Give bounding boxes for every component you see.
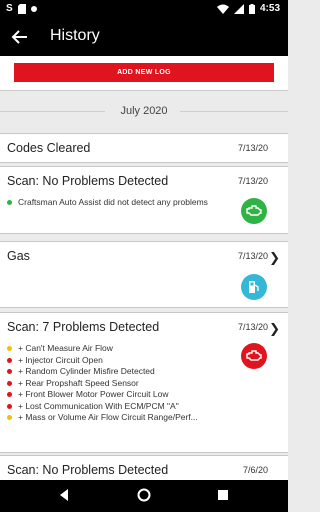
status-dot bbox=[7, 346, 12, 351]
list-item: + Mass or Volume Air Flow Circuit Range/… bbox=[7, 412, 247, 424]
dot-icon bbox=[30, 5, 37, 12]
s-icon: S bbox=[6, 3, 13, 14]
battery-icon bbox=[248, 3, 255, 14]
add-new-log-button[interactable]: ADD NEW LOG bbox=[14, 63, 274, 82]
engine-icon bbox=[241, 343, 267, 369]
month-label: July 2020 bbox=[120, 105, 168, 117]
history-entry[interactable]: Codes Cleared 7/13/20 bbox=[0, 133, 288, 163]
recents-square-icon[interactable] bbox=[217, 488, 229, 502]
history-entry[interactable]: Gas 7/13/20 ❯ bbox=[0, 241, 288, 308]
entry-date: 7/13/20 bbox=[237, 251, 268, 261]
divider bbox=[180, 111, 288, 112]
list-item: + Random Cylinder Misfire Detected bbox=[7, 366, 247, 378]
home-circle-icon[interactable] bbox=[137, 488, 151, 502]
status-bar: S 4:53 bbox=[0, 0, 288, 18]
status-dot bbox=[7, 392, 12, 397]
sd-card-icon bbox=[17, 3, 26, 14]
divider bbox=[0, 111, 105, 112]
status-dot bbox=[7, 357, 12, 363]
list-item: + Rear Propshaft Speed Sensor bbox=[7, 378, 247, 390]
list-item: + Can't Measure Air Flow bbox=[7, 343, 247, 355]
entry-title: Scan: 7 Problems Detected bbox=[7, 320, 160, 334]
month-header: July 2020 bbox=[0, 100, 288, 124]
status-dot bbox=[7, 403, 12, 409]
signal-icon bbox=[233, 3, 244, 14]
list-item: + Front Blower Motor Power Circuit Low bbox=[7, 389, 247, 401]
chevron-right-icon: ❯ bbox=[269, 250, 280, 265]
status-dot bbox=[7, 415, 12, 420]
entry-date: 7/13/20 bbox=[237, 176, 268, 186]
status-dot bbox=[7, 380, 12, 386]
engine-icon bbox=[241, 198, 267, 224]
history-entry[interactable]: Scan: No Problems Detected 7/6/20 bbox=[0, 455, 288, 480]
status-time: 4:53 bbox=[259, 3, 280, 14]
back-triangle-icon[interactable] bbox=[58, 488, 70, 502]
entry-date: 7/6/20 bbox=[242, 465, 268, 475]
status-dot bbox=[7, 200, 12, 205]
entry-date: 7/13/20 bbox=[237, 322, 268, 332]
list-item: + Lost Communication With ECM/PCM "A" bbox=[7, 401, 247, 413]
list-item: Craftsman Auto Assist did not detect any… bbox=[7, 197, 222, 209]
entry-date: 7/13/20 bbox=[237, 143, 268, 153]
app-bar: History bbox=[0, 18, 288, 56]
history-entry[interactable]: Scan: 7 Problems Detected 7/13/20 ❯ + Ca… bbox=[0, 312, 288, 453]
status-dot bbox=[7, 369, 12, 374]
entry-title: Codes Cleared bbox=[7, 141, 91, 155]
entry-title: Gas bbox=[7, 249, 30, 263]
divider bbox=[0, 90, 288, 91]
fuel-pump-icon bbox=[241, 274, 267, 300]
system-nav-bar bbox=[0, 480, 288, 512]
entry-title: Scan: No Problems Detected bbox=[7, 463, 169, 477]
entry-title: Scan: No Problems Detected bbox=[7, 174, 169, 188]
list-item: + Injector Circuit Open bbox=[7, 355, 247, 367]
wifi-icon bbox=[216, 4, 229, 14]
arrow-left-icon[interactable] bbox=[10, 27, 30, 47]
add-log-bar: ADD NEW LOG bbox=[0, 56, 288, 90]
chevron-right-icon: ❯ bbox=[269, 321, 280, 336]
history-entry[interactable]: Scan: No Problems Detected 7/13/20 Craft… bbox=[0, 166, 288, 234]
page-title: History bbox=[50, 27, 100, 44]
